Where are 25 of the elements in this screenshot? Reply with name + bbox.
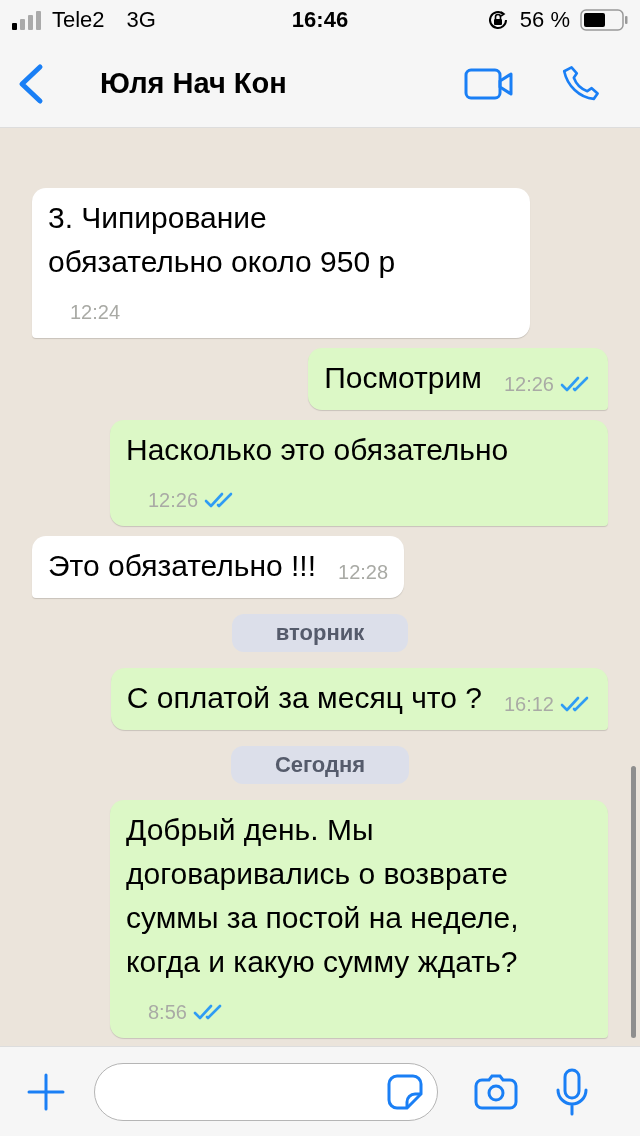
message-text: Добрый день. Мы договаривались о возврате суммы за постой на неделе, когда и какую сумму ждать? bbox=[126, 812, 520, 980]
contact-name: Юля Нач Кон bbox=[100, 67, 288, 100]
carrier-name: Tele2 bbox=[52, 7, 105, 33]
message-text: 3. Чипирование обязательно около 950 р bbox=[48, 200, 397, 280]
clock: 16:46 bbox=[291, 7, 349, 33]
message-text: Насколько это обязательно bbox=[126, 432, 509, 468]
signal-icon bbox=[12, 10, 44, 30]
battery-percent: 56 % bbox=[519, 7, 570, 33]
date-divider: Сегодня bbox=[230, 746, 410, 784]
message-time: 12:26 bbox=[148, 488, 199, 512]
message-time: 8:56 bbox=[148, 1000, 187, 1024]
message-time: 12:28 bbox=[338, 560, 389, 584]
message-time: 16:12 bbox=[503, 692, 554, 716]
microphone-button[interactable] bbox=[556, 1067, 588, 1116]
message-text: Посмотрим bbox=[324, 360, 482, 396]
date-divider: вторник bbox=[231, 614, 409, 652]
video-call-button[interactable] bbox=[464, 67, 514, 100]
attach-button[interactable] bbox=[26, 1071, 66, 1112]
message-text: С оплатой за месяц что ? bbox=[126, 680, 482, 716]
message-time: 12:26 bbox=[503, 372, 554, 396]
network-type: 3G bbox=[126, 7, 156, 33]
sticker-icon[interactable] bbox=[387, 1073, 423, 1110]
message-text: Это обязательно !!! bbox=[48, 548, 317, 584]
battery-icon bbox=[580, 9, 628, 31]
message-time: 12:24 bbox=[70, 300, 121, 324]
